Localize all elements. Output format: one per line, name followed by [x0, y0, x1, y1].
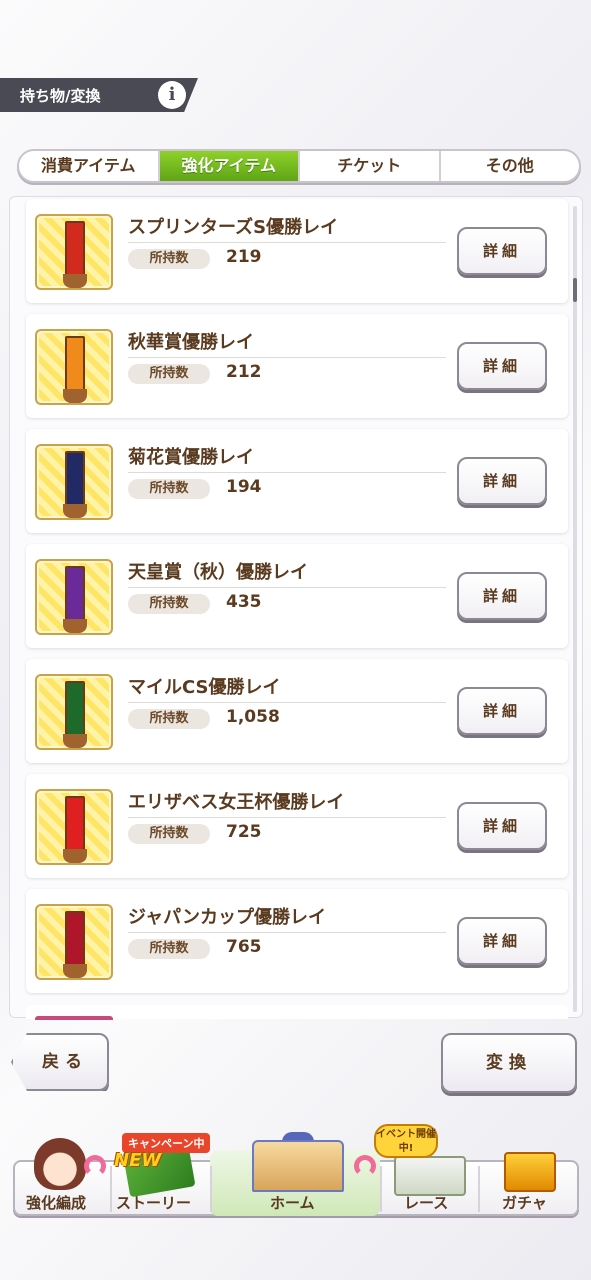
- item-name: ジャパンカップ優勝レイ: [128, 907, 326, 928]
- detail-button[interactable]: 詳細: [457, 342, 547, 390]
- count-value: 194: [226, 477, 262, 497]
- divider: [128, 472, 446, 473]
- item-name: マイルCS優勝レイ: [128, 677, 281, 698]
- nav-divider: [110, 1166, 112, 1212]
- ribbon-tail-icon: [63, 504, 87, 518]
- divider: [128, 242, 446, 243]
- detail-button[interactable]: 詳細: [457, 802, 547, 850]
- item-name: スプリンターズS優勝レイ: [128, 217, 339, 238]
- count-label: 所持数: [128, 939, 210, 959]
- ribbon-tail-icon: [63, 734, 87, 748]
- detail-button[interactable]: 詳細: [457, 227, 547, 275]
- detail-button[interactable]: 詳細: [457, 917, 547, 965]
- divider: [128, 932, 446, 933]
- list-item: エリザベス女王杯優勝レイ 所持数 725 詳細: [26, 774, 568, 878]
- count-value: 435: [226, 592, 262, 612]
- page-title: 持ち物/変換: [20, 87, 101, 105]
- item-icon: [35, 214, 113, 290]
- nav-divider: [380, 1166, 382, 1212]
- divider: [128, 702, 446, 703]
- nav-story[interactable]: ストーリー: [116, 1192, 191, 1213]
- ribbon-icon: [65, 221, 85, 277]
- count-label: 所持数: [128, 479, 210, 499]
- ribbon-icon: [65, 451, 85, 507]
- character-icon[interactable]: [34, 1138, 86, 1190]
- building-icon[interactable]: [252, 1140, 344, 1192]
- list-item: 天皇賞（秋）優勝レイ 所持数 435 詳細: [26, 544, 568, 648]
- ribbon-tail-icon: [63, 619, 87, 633]
- item-icon: [35, 1016, 113, 1020]
- divider: [128, 587, 446, 588]
- detail-button[interactable]: 詳細: [457, 572, 547, 620]
- item-icon: [35, 329, 113, 405]
- count-label: 所持数: [128, 249, 210, 269]
- scrollbar-track[interactable]: [573, 206, 577, 1012]
- count-label: 所持数: [128, 824, 210, 844]
- tab-other[interactable]: その他: [441, 151, 580, 181]
- back-button[interactable]: 戻る: [11, 1033, 109, 1091]
- count-value: 725: [226, 822, 262, 842]
- ribbon-icon: [65, 681, 85, 737]
- tab-enhancement[interactable]: 強化アイテム: [159, 151, 300, 181]
- gacha-icon[interactable]: [504, 1152, 556, 1192]
- ribbon-icon: [65, 336, 85, 392]
- nav-enhance-formation[interactable]: 強化編成: [26, 1192, 86, 1213]
- nav-divider: [478, 1166, 480, 1212]
- item-name: 天皇賞（秋）優勝レイ: [128, 562, 308, 583]
- ribbon-icon: [65, 566, 85, 622]
- tab-bar: 消費アイテム 強化アイテム チケット その他: [17, 149, 581, 183]
- convert-button[interactable]: 変換: [441, 1033, 577, 1093]
- horseshoe-icon: [354, 1155, 376, 1177]
- info-icon[interactable]: i: [158, 81, 186, 109]
- list-item: 菊花賞優勝レイ 所持数 194 詳細: [26, 429, 568, 533]
- count-value: 765: [226, 937, 262, 957]
- scrollbar-thumb[interactable]: [573, 278, 577, 302]
- list-item: スプリンターズS優勝レイ 所持数 219 詳細: [26, 199, 568, 303]
- list-item: 秋華賞優勝レイ 所持数 212 詳細: [26, 314, 568, 418]
- item-name: 秋華賞優勝レイ: [128, 332, 254, 353]
- item-icon: [35, 904, 113, 980]
- event-badge: イベント開催中!: [374, 1124, 438, 1158]
- count-label: 所持数: [128, 709, 210, 729]
- item-icon: [35, 559, 113, 635]
- divider: [128, 817, 446, 818]
- item-icon: [35, 444, 113, 520]
- ribbon-icon: [65, 911, 85, 967]
- divider: [128, 357, 446, 358]
- count-label: 所持数: [128, 364, 210, 384]
- ribbon-tail-icon: [63, 964, 87, 978]
- detail-button[interactable]: 詳細: [457, 457, 547, 505]
- nav-gacha[interactable]: ガチャ: [502, 1192, 547, 1213]
- tab-ticket[interactable]: チケット: [300, 151, 441, 181]
- detail-button[interactable]: 詳細: [457, 687, 547, 735]
- ribbon-tail-icon: [63, 849, 87, 863]
- count-label: 所持数: [128, 594, 210, 614]
- tab-consumable[interactable]: 消費アイテム: [19, 151, 160, 181]
- count-value: 1,058: [226, 707, 280, 727]
- list-item: マイルCS優勝レイ 所持数 1,058 詳細: [26, 659, 568, 763]
- nav-race[interactable]: レース: [404, 1192, 448, 1213]
- ribbon-tail-icon: [63, 389, 87, 403]
- count-value: 212: [226, 362, 262, 382]
- ribbon-tail-icon: [63, 274, 87, 288]
- race-icon[interactable]: [394, 1156, 466, 1196]
- count-value: 219: [226, 247, 262, 267]
- new-badge: NEW: [114, 1150, 162, 1171]
- ribbon-icon: [65, 796, 85, 852]
- item-icon: [35, 789, 113, 865]
- list-item: ジャパンカップ優勝レイ 所持数 765 詳細: [26, 889, 568, 993]
- item-name: 菊花賞優勝レイ: [128, 447, 254, 468]
- item-name: エリザベス女王杯優勝レイ: [128, 792, 345, 813]
- nav-home[interactable]: ホーム: [270, 1192, 315, 1213]
- nav-divider: [210, 1166, 212, 1212]
- horseshoe-icon: [84, 1155, 106, 1177]
- item-icon: [35, 674, 113, 750]
